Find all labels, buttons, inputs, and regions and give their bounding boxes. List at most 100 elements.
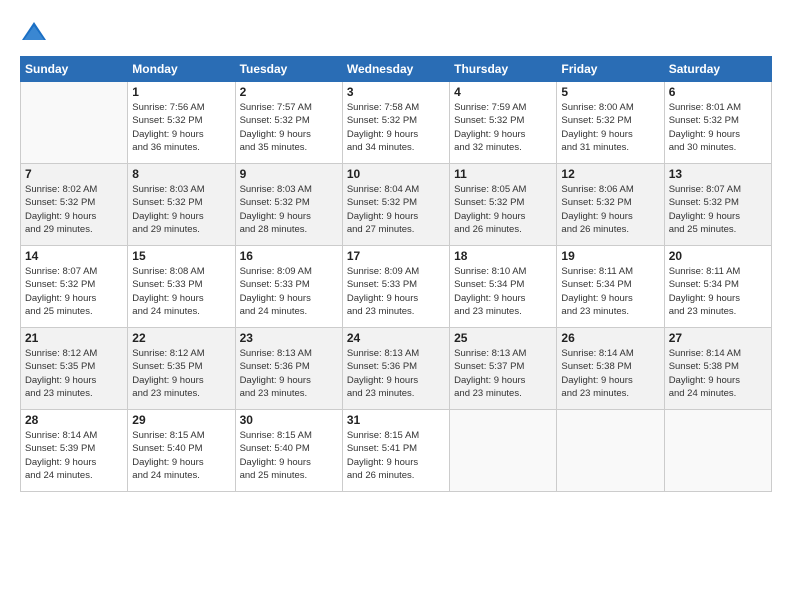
weekday-header-friday: Friday [557,57,664,82]
weekday-header-tuesday: Tuesday [235,57,342,82]
weekday-header-row: SundayMondayTuesdayWednesdayThursdayFrid… [21,57,772,82]
day-number: 27 [669,331,767,345]
day-info: Sunrise: 7:59 AM Sunset: 5:32 PM Dayligh… [454,101,552,154]
calendar-cell: 3 Sunrise: 7:58 AM Sunset: 5:32 PM Daylig… [342,82,449,164]
day-info: Sunrise: 8:10 AM Sunset: 5:34 PM Dayligh… [454,265,552,318]
day-number: 17 [347,249,445,263]
day-info: Sunrise: 8:15 AM Sunset: 5:41 PM Dayligh… [347,429,445,482]
day-info: Sunrise: 8:06 AM Sunset: 5:32 PM Dayligh… [561,183,659,236]
day-number: 25 [454,331,552,345]
weekday-header-wednesday: Wednesday [342,57,449,82]
day-info: Sunrise: 8:01 AM Sunset: 5:32 PM Dayligh… [669,101,767,154]
header [20,18,772,46]
day-info: Sunrise: 8:13 AM Sunset: 5:36 PM Dayligh… [347,347,445,400]
calendar-cell: 12 Sunrise: 8:06 AM Sunset: 5:32 PM Dayli… [557,164,664,246]
day-number: 5 [561,85,659,99]
day-info: Sunrise: 8:14 AM Sunset: 5:38 PM Dayligh… [561,347,659,400]
day-info: Sunrise: 8:02 AM Sunset: 5:32 PM Dayligh… [25,183,123,236]
weekday-header-thursday: Thursday [450,57,557,82]
day-number: 2 [240,85,338,99]
day-number: 7 [25,167,123,181]
calendar-cell: 5 Sunrise: 8:00 AM Sunset: 5:32 PM Daylig… [557,82,664,164]
day-number: 22 [132,331,230,345]
weekday-header-monday: Monday [128,57,235,82]
calendar: SundayMondayTuesdayWednesdayThursdayFrid… [20,56,772,492]
day-number: 21 [25,331,123,345]
calendar-cell: 18Sunrise: 8:10 AM Sunset: 5:34 PM Dayli… [450,246,557,328]
calendar-week-row: 14 Sunrise: 8:07 AM Sunset: 5:32 PM Dayli… [21,246,772,328]
day-number: 20 [669,249,767,263]
calendar-week-row: 7 Sunrise: 8:02 AM Sunset: 5:32 PM Daylig… [21,164,772,246]
calendar-cell: 21 Sunrise: 8:12 AM Sunset: 5:35 PM Dayli… [21,328,128,410]
day-info: Sunrise: 8:08 AM Sunset: 5:33 PM Dayligh… [132,265,230,318]
calendar-week-row: 21 Sunrise: 8:12 AM Sunset: 5:35 PM Dayli… [21,328,772,410]
day-info: Sunrise: 8:09 AM Sunset: 5:33 PM Dayligh… [347,265,445,318]
calendar-cell: 23Sunrise: 8:13 AM Sunset: 5:36 PM Dayli… [235,328,342,410]
calendar-cell: 10 Sunrise: 8:04 AM Sunset: 5:32 PM Dayli… [342,164,449,246]
day-number: 14 [25,249,123,263]
day-number: 31 [347,413,445,427]
calendar-cell: 4 Sunrise: 7:59 AM Sunset: 5:32 PM Daylig… [450,82,557,164]
day-info: Sunrise: 8:12 AM Sunset: 5:35 PM Dayligh… [25,347,123,400]
day-number: 26 [561,331,659,345]
calendar-cell: 30Sunrise: 8:15 AM Sunset: 5:40 PM Dayli… [235,410,342,492]
day-info: Sunrise: 8:09 AM Sunset: 5:33 PM Dayligh… [240,265,338,318]
day-info: Sunrise: 8:00 AM Sunset: 5:32 PM Dayligh… [561,101,659,154]
day-number: 8 [132,167,230,181]
calendar-cell: 17 Sunrise: 8:09 AM Sunset: 5:33 PM Dayli… [342,246,449,328]
day-number: 6 [669,85,767,99]
logo-icon [20,18,48,46]
calendar-cell: 6 Sunrise: 8:01 AM Sunset: 5:32 PM Daylig… [664,82,771,164]
day-number: 11 [454,167,552,181]
day-info: Sunrise: 8:03 AM Sunset: 5:32 PM Dayligh… [240,183,338,236]
calendar-cell [664,410,771,492]
day-info: Sunrise: 8:11 AM Sunset: 5:34 PM Dayligh… [561,265,659,318]
day-number: 12 [561,167,659,181]
day-info: Sunrise: 8:14 AM Sunset: 5:39 PM Dayligh… [25,429,123,482]
calendar-cell: 28 Sunrise: 8:14 AM Sunset: 5:39 PM Dayli… [21,410,128,492]
day-info: Sunrise: 8:14 AM Sunset: 5:38 PM Dayligh… [669,347,767,400]
day-info: Sunrise: 8:11 AM Sunset: 5:34 PM Dayligh… [669,265,767,318]
calendar-cell: 31 Sunrise: 8:15 AM Sunset: 5:41 PM Dayli… [342,410,449,492]
calendar-cell: 14 Sunrise: 8:07 AM Sunset: 5:32 PM Dayli… [21,246,128,328]
day-info: Sunrise: 8:04 AM Sunset: 5:32 PM Dayligh… [347,183,445,236]
day-info: Sunrise: 8:13 AM Sunset: 5:37 PM Dayligh… [454,347,552,400]
day-info: Sunrise: 7:58 AM Sunset: 5:32 PM Dayligh… [347,101,445,154]
day-number: 29 [132,413,230,427]
day-info: Sunrise: 8:05 AM Sunset: 5:32 PM Dayligh… [454,183,552,236]
day-number: 1 [132,85,230,99]
day-number: 15 [132,249,230,263]
day-info: Sunrise: 8:07 AM Sunset: 5:32 PM Dayligh… [25,265,123,318]
day-info: Sunrise: 8:07 AM Sunset: 5:32 PM Dayligh… [669,183,767,236]
calendar-cell [21,82,128,164]
calendar-cell: 29Sunrise: 8:15 AM Sunset: 5:40 PM Dayli… [128,410,235,492]
day-number: 9 [240,167,338,181]
day-info: Sunrise: 8:15 AM Sunset: 5:40 PM Dayligh… [240,429,338,482]
calendar-cell: 13Sunrise: 8:07 AM Sunset: 5:32 PM Dayli… [664,164,771,246]
day-number: 16 [240,249,338,263]
calendar-cell: 1Sunrise: 7:56 AM Sunset: 5:32 PM Daylig… [128,82,235,164]
day-info: Sunrise: 8:12 AM Sunset: 5:35 PM Dayligh… [132,347,230,400]
day-number: 10 [347,167,445,181]
day-info: Sunrise: 7:57 AM Sunset: 5:32 PM Dayligh… [240,101,338,154]
weekday-header-sunday: Sunday [21,57,128,82]
calendar-week-row: 1Sunrise: 7:56 AM Sunset: 5:32 PM Daylig… [21,82,772,164]
calendar-cell: 27 Sunrise: 8:14 AM Sunset: 5:38 PM Dayli… [664,328,771,410]
weekday-header-saturday: Saturday [664,57,771,82]
calendar-cell: 2 Sunrise: 7:57 AM Sunset: 5:32 PM Daylig… [235,82,342,164]
calendar-cell: 24Sunrise: 8:13 AM Sunset: 5:36 PM Dayli… [342,328,449,410]
calendar-cell: 11 Sunrise: 8:05 AM Sunset: 5:32 PM Dayli… [450,164,557,246]
day-info: Sunrise: 8:03 AM Sunset: 5:32 PM Dayligh… [132,183,230,236]
calendar-cell: 7 Sunrise: 8:02 AM Sunset: 5:32 PM Daylig… [21,164,128,246]
day-number: 28 [25,413,123,427]
calendar-cell: 22 Sunrise: 8:12 AM Sunset: 5:35 PM Dayli… [128,328,235,410]
day-number: 3 [347,85,445,99]
day-number: 4 [454,85,552,99]
calendar-cell [450,410,557,492]
calendar-cell: 15 Sunrise: 8:08 AM Sunset: 5:33 PM Dayli… [128,246,235,328]
page: SundayMondayTuesdayWednesdayThursdayFrid… [0,0,792,612]
calendar-cell: 9 Sunrise: 8:03 AM Sunset: 5:32 PM Daylig… [235,164,342,246]
calendar-cell: 16 Sunrise: 8:09 AM Sunset: 5:33 PM Dayli… [235,246,342,328]
calendar-cell [557,410,664,492]
calendar-cell: 19Sunrise: 8:11 AM Sunset: 5:34 PM Dayli… [557,246,664,328]
